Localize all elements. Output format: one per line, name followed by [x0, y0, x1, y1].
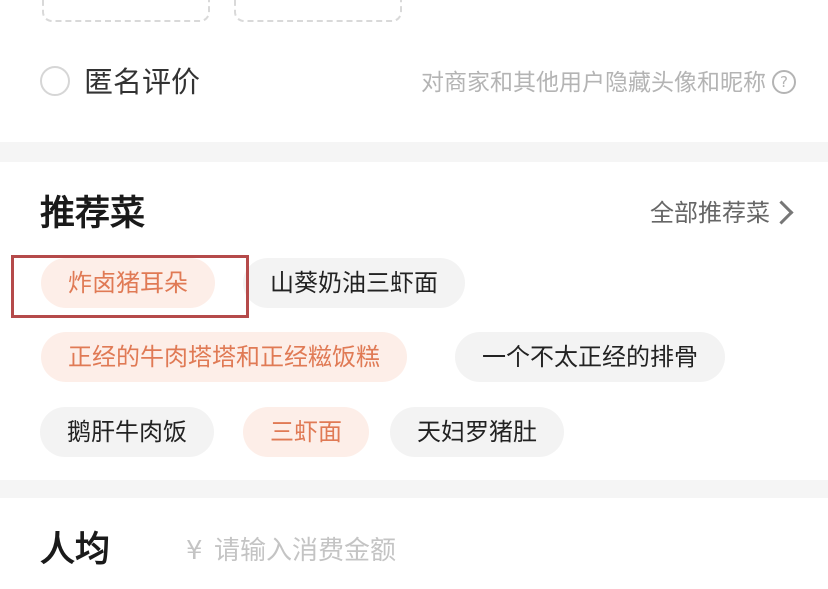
dish-chip[interactable]: 三虾面	[243, 407, 369, 457]
chevron-right-icon[interactable]	[769, 200, 794, 225]
anonymous-hint: 对商家和其他用户隐藏头像和昵称	[421, 70, 766, 96]
dish-chip[interactable]: 鹅肝牛肉饭	[40, 407, 214, 457]
average-spend-label: 人均	[40, 530, 111, 570]
all-recommended-link[interactable]: 全部推荐菜	[650, 196, 770, 230]
dish-chip[interactable]: 一个不太正经的排骨	[455, 332, 725, 382]
dish-chip[interactable]: 山葵奶油三虾面	[243, 258, 465, 308]
average-spend-card: 人均 ¥	[0, 498, 828, 589]
dish-chip[interactable]: 天妇罗猪肚	[390, 407, 564, 457]
section-title: 推荐菜	[40, 194, 146, 234]
help-circle-icon[interactable]: ?	[772, 70, 796, 94]
highlight-annotation-box	[11, 255, 249, 318]
average-spend-input[interactable]	[214, 532, 614, 570]
currency-symbol: ¥	[186, 536, 203, 566]
recommended-dishes-card: 推荐菜 全部推荐菜 炸卤猪耳朵 山葵奶油三虾面 正经的牛肉塔塔和正经糍饭糕 一个…	[0, 162, 828, 480]
anonymous-review-row[interactable]: 匿名评价 对商家和其他用户隐藏头像和昵称 ?	[40, 60, 796, 104]
anonymous-radio[interactable]	[40, 66, 70, 96]
dish-chip[interactable]: 正经的牛肉塔塔和正经糍饭糕	[41, 332, 407, 382]
photo-upload-slot[interactable]	[234, 0, 402, 22]
anonymous-label: 匿名评价	[84, 65, 201, 99]
photo-upload-slot[interactable]	[42, 0, 210, 22]
review-options-card: 匿名评价 对商家和其他用户隐藏头像和昵称 ?	[0, 0, 828, 142]
